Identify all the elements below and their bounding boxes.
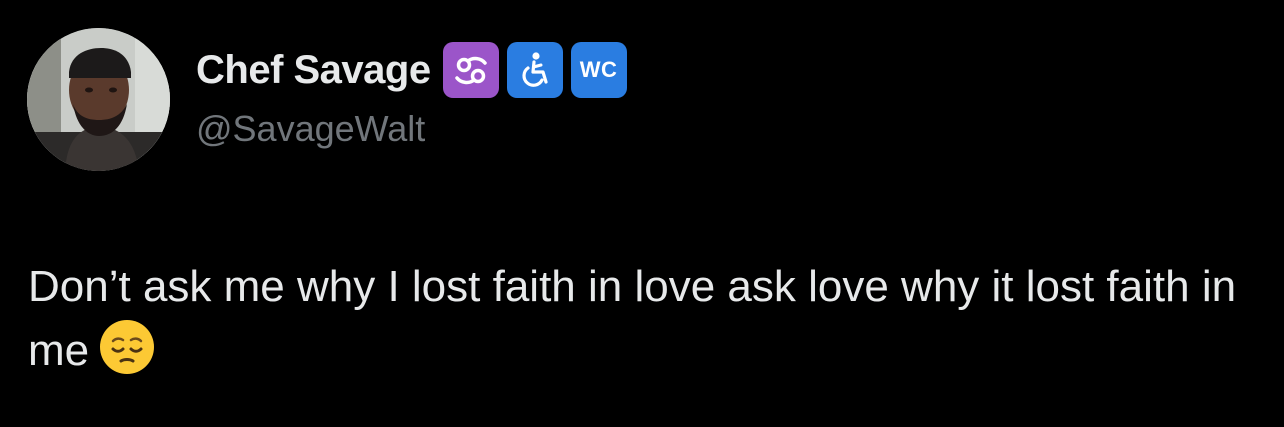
profile-badges: WC: [442, 42, 627, 98]
tweet-card: Chef Savage WC @SavageWalt Don’t ask me …: [0, 0, 1284, 427]
tweet-text: Don’t ask me why I lost faith in love as…: [28, 255, 1258, 383]
avatar-photo: [27, 28, 170, 171]
author-block: Chef Savage WC @SavageWalt: [196, 40, 627, 150]
pensive-face-emoji: [99, 319, 155, 375]
name-row: Chef Savage WC: [196, 40, 627, 100]
wc-restroom-icon: WC: [570, 42, 627, 98]
cancer-zodiac-icon: [442, 42, 499, 98]
wheelchair-accessibility-icon: [506, 42, 563, 98]
user-handle[interactable]: @SavageWalt: [196, 108, 627, 150]
display-name[interactable]: Chef Savage: [196, 48, 431, 93]
tweet-text-content: Don’t ask me why I lost faith in love as…: [28, 262, 1237, 375]
avatar[interactable]: [27, 28, 170, 171]
wc-label: WC: [579, 57, 618, 82]
